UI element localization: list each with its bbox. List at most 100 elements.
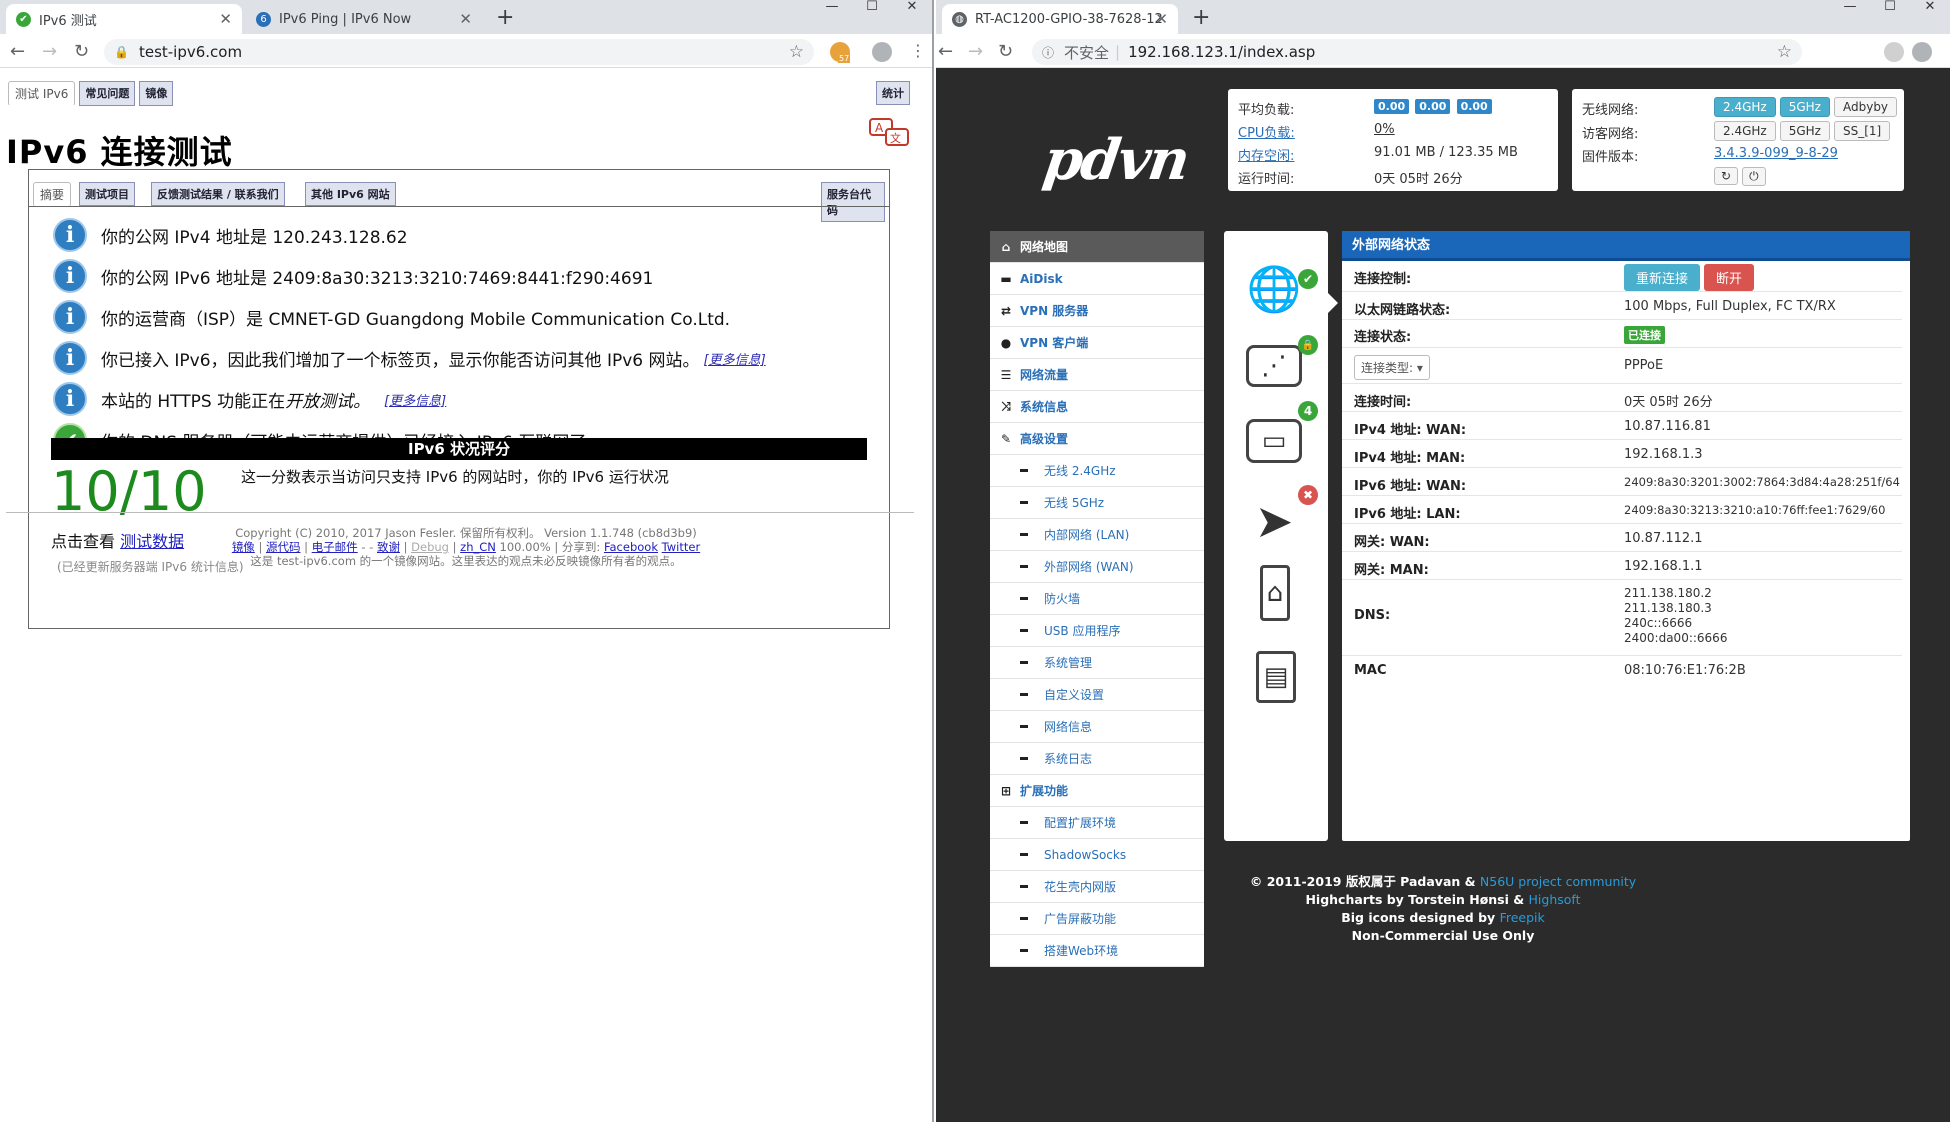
more-info-link[interactable]: [更多信息]: [384, 390, 446, 409]
maximize-icon[interactable]: ☐: [1870, 0, 1910, 28]
footer-link-twitter[interactable]: Twitter: [662, 540, 701, 554]
wireless-router-icon[interactable]: ⋰: [1246, 345, 1302, 387]
tab-faq[interactable]: 常见问题: [79, 81, 136, 106]
row-value: 10.87.116.81: [1624, 419, 1711, 434]
tab-other-sites[interactable]: 其他 IPv6 网站: [305, 182, 396, 206]
menu-traffic[interactable]: ☰ 网络流量: [990, 359, 1204, 391]
more-info-link[interactable]: [更多信息]: [704, 349, 766, 368]
tab-helpdesk-code[interactable]: 服务台代码: [821, 182, 885, 222]
menu-ext-env[interactable]: 配置扩展环境: [990, 807, 1204, 839]
new-tab-icon[interactable]: +: [496, 5, 514, 30]
connection-type-select[interactable]: 连接类型: ▾: [1354, 355, 1430, 380]
tab-mirrors[interactable]: 镜像: [139, 81, 174, 106]
menu-vpn-client[interactable]: ● VPN 客户端: [990, 327, 1204, 359]
cpu-link[interactable]: CPU负载:: [1238, 126, 1295, 141]
minimize-icon[interactable]: —: [1830, 0, 1870, 28]
mem-link[interactable]: 内存空闲:: [1238, 149, 1294, 164]
extension-icon[interactable]: [1884, 42, 1904, 62]
reload-icon[interactable]: ↻: [74, 41, 89, 62]
clients-monitor-icon[interactable]: ▭: [1246, 419, 1302, 463]
back-icon[interactable]: ←: [10, 41, 25, 62]
wan-send-icon[interactable]: ➤: [1246, 493, 1302, 549]
menu-wireless-5[interactable]: 无线 5GHz: [990, 487, 1204, 519]
tab-ipv6-ping[interactable]: 6 IPv6 Ping | IPv6 Now ✕: [246, 4, 482, 34]
menu-syslog[interactable]: 系统日志: [990, 743, 1204, 775]
wlan-5-button[interactable]: 5GHz: [1779, 97, 1830, 117]
reload-icon[interactable]: ↻: [998, 41, 1013, 62]
tab-feedback[interactable]: 反馈测试结果 / 联系我们: [151, 182, 285, 206]
forward-icon[interactable]: →: [968, 41, 983, 62]
usb-icon[interactable]: ⌂: [1260, 565, 1290, 621]
bookmark-star-icon[interactable]: ☆: [1777, 42, 1792, 62]
footer-link-locale[interactable]: zh_CN: [460, 540, 496, 554]
address-bar[interactable]: ⓘ 不安全 | 192.168.123.1/index.asp ☆: [1032, 39, 1802, 65]
minimize-icon[interactable]: —: [812, 0, 852, 28]
tab-test-items[interactable]: 测试项目: [79, 182, 135, 206]
menu-admin[interactable]: 系统管理: [990, 647, 1204, 679]
menu-usb-apps[interactable]: USB 应用程序: [990, 615, 1204, 647]
address-bar[interactable]: 🔒 test-ipv6.com ☆: [104, 39, 814, 65]
tab-summary[interactable]: 摘要: [33, 182, 72, 207]
internet-ok-badge: ✔: [1298, 269, 1318, 289]
footer-link-source[interactable]: 源代码: [266, 540, 301, 554]
profile-avatar-icon[interactable]: [1912, 42, 1932, 62]
footer-link-facebook[interactable]: Facebook: [604, 540, 658, 554]
menu-wireless-24[interactable]: 无线 2.4GHz: [990, 455, 1204, 487]
menu-advanced[interactable]: ✎ 高级设置: [990, 423, 1204, 455]
footer-link-email[interactable]: 电子邮件: [312, 540, 358, 554]
internet-globe-icon[interactable]: 🌐: [1246, 261, 1302, 317]
close-window-icon[interactable]: ✕: [1910, 0, 1950, 28]
menu-vpn-server[interactable]: ⇄ VPN 服务器: [990, 295, 1204, 327]
menu-shadowsocks[interactable]: ShadowSocks: [990, 839, 1204, 871]
menu-wan[interactable]: 外部网络 (WAN): [990, 551, 1204, 583]
highsoft-link[interactable]: Highsoft: [1529, 892, 1581, 907]
close-window-icon[interactable]: ✕: [892, 0, 932, 28]
score-value: 10/10: [51, 460, 207, 523]
tab-stats[interactable]: 统计: [876, 81, 910, 105]
info-icon: i: [53, 218, 87, 252]
row-value: 08:10:76:E1:76:2B: [1624, 663, 1746, 678]
dash-icon: [1020, 565, 1028, 568]
new-tab-icon[interactable]: +: [1192, 5, 1210, 30]
guest-24-button[interactable]: 2.4GHz: [1714, 121, 1776, 141]
tab-ipv6-test[interactable]: ✔ IPv6 测试 ✕: [6, 4, 242, 34]
refresh-icon[interactable]: ↻: [1714, 167, 1739, 185]
menu-extensions[interactable]: ⊞ 扩展功能: [990, 775, 1204, 807]
tab-router[interactable]: ◍ RT-AC1200-GPIO-38-7628-12 ✕: [942, 4, 1178, 34]
ss-button[interactable]: SS_[1]: [1833, 121, 1891, 141]
row-value: 192.168.1.1: [1624, 559, 1703, 574]
firmware-link[interactable]: 3.4.3.9-099_9-8-29: [1714, 146, 1838, 161]
close-tab-icon[interactable]: ✕: [219, 10, 232, 28]
guest-5-button[interactable]: 5GHz: [1779, 121, 1830, 141]
close-tab-icon[interactable]: ✕: [459, 10, 472, 28]
menu-aidisk[interactable]: ▬ AiDisk: [990, 263, 1204, 295]
reconnect-button[interactable]: 重新连接: [1624, 264, 1701, 291]
menu-network-map[interactable]: ⌂ 网络地图: [990, 231, 1204, 263]
menu-lan[interactable]: 内部网络 (LAN): [990, 519, 1204, 551]
footer-link-thanks[interactable]: 致谢: [377, 540, 400, 554]
maximize-icon[interactable]: ☐: [852, 0, 892, 28]
profile-avatar-icon[interactable]: [872, 42, 892, 62]
bookmark-star-icon[interactable]: ☆: [789, 42, 804, 62]
forward-icon[interactable]: →: [42, 41, 57, 62]
disconnect-button[interactable]: 断开: [1704, 264, 1755, 291]
freepik-link[interactable]: Freepik: [1500, 910, 1545, 925]
footer-link-mirrors[interactable]: 镜像: [232, 540, 255, 554]
back-icon[interactable]: ←: [938, 41, 953, 62]
wan-row-gw-man: 网关: MAN: 192.168.1.1: [1342, 551, 1902, 579]
sdcard-icon[interactable]: ▤: [1256, 651, 1296, 703]
close-tab-icon[interactable]: ✕: [1155, 10, 1168, 28]
adbyby-button[interactable]: Adbyby: [1833, 97, 1898, 117]
menu-net-info[interactable]: 网络信息: [990, 711, 1204, 743]
n56u-link[interactable]: N56U project community: [1480, 874, 1636, 889]
tab-test-ipv6[interactable]: 测试 IPv6: [8, 81, 76, 106]
menu-firewall[interactable]: 防火墙: [990, 583, 1204, 615]
power-icon[interactable]: ⏻: [1742, 167, 1766, 186]
menu-label: 无线 5GHz: [1044, 496, 1105, 510]
wlan-24-button[interactable]: 2.4GHz: [1714, 97, 1776, 117]
menu-kebab-icon[interactable]: ⋮: [910, 41, 926, 60]
menu-system-info[interactable]: ⤨ 系统信息: [990, 391, 1204, 423]
translate-icon[interactable]: A文: [868, 117, 912, 149]
menu-custom[interactable]: 自定义设置: [990, 679, 1204, 711]
footer-link-debug[interactable]: Debug: [411, 540, 449, 554]
